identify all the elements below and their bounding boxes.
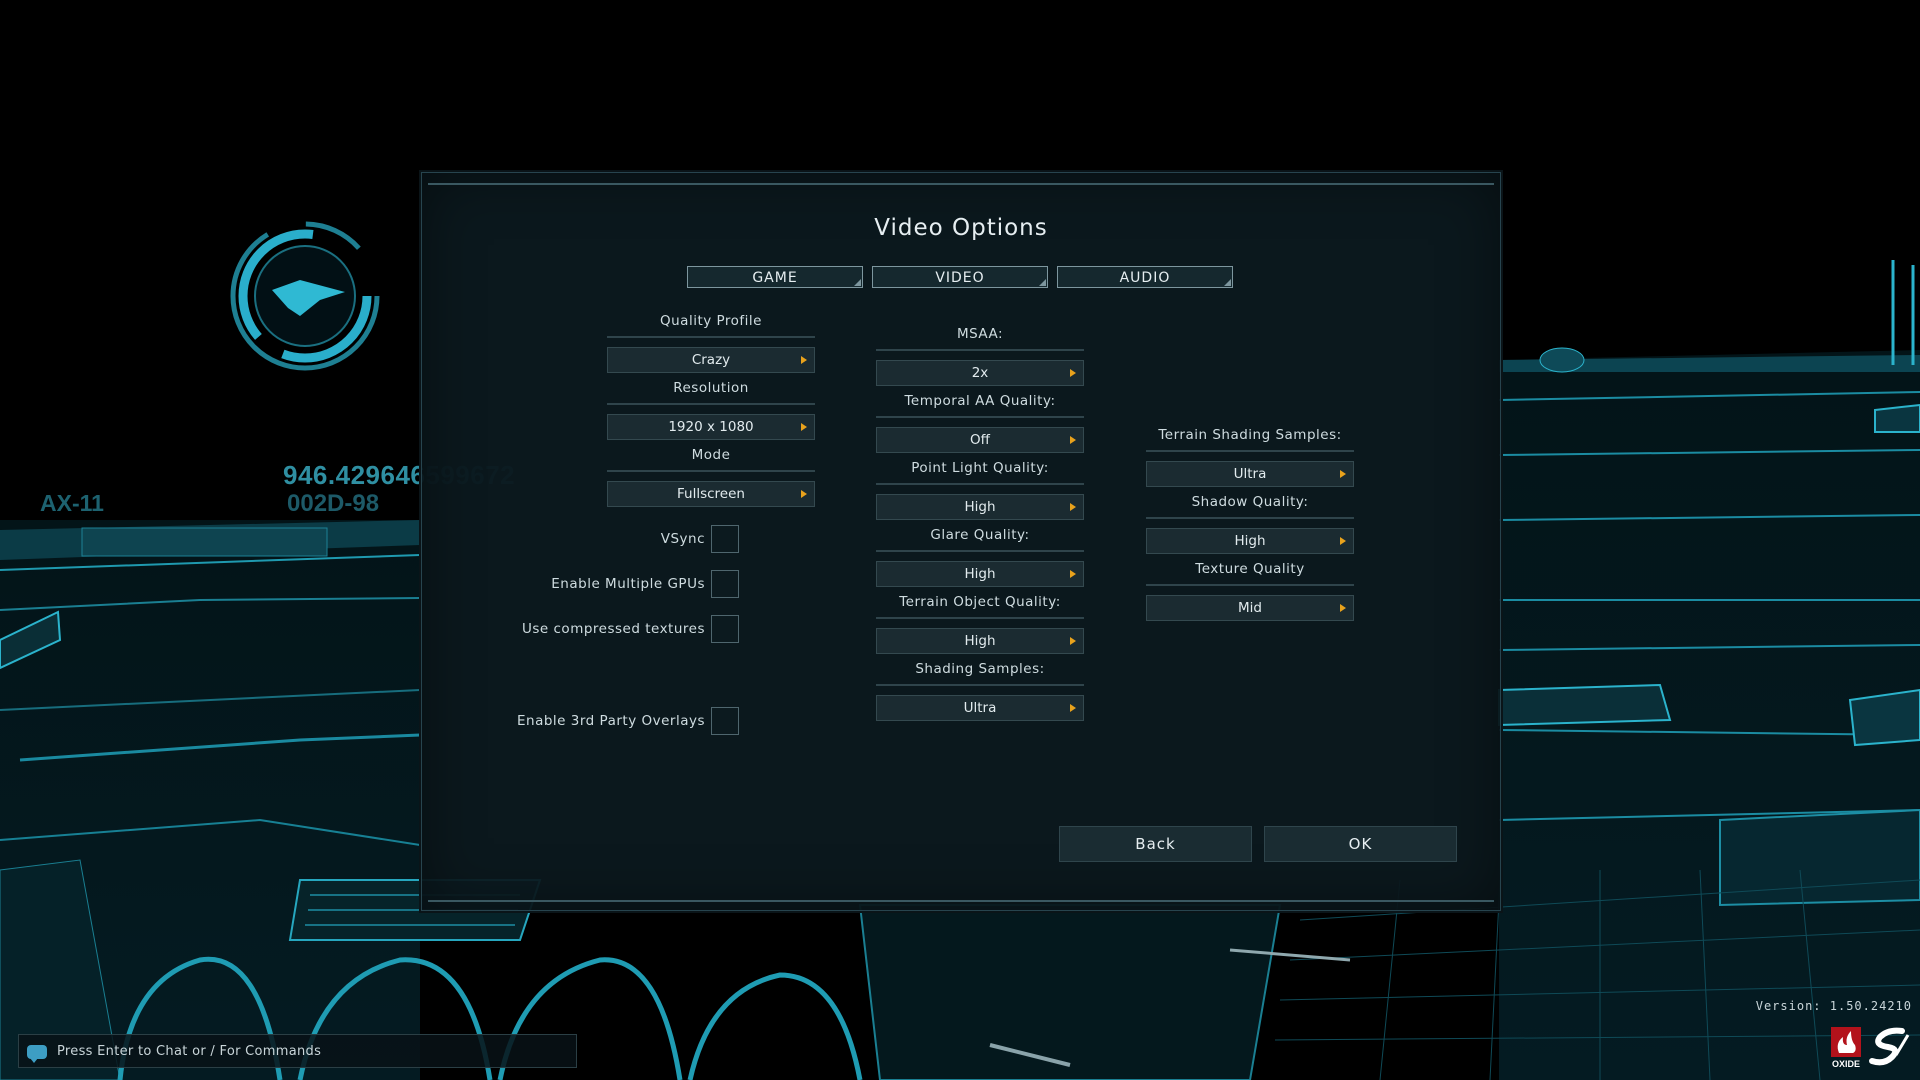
msaa-label: MSAA: — [876, 326, 1084, 351]
dialog-top-rule — [428, 183, 1494, 185]
shadow-quality-dropdown[interactable]: High — [1146, 528, 1354, 554]
third-party-overlays-label: Enable 3rd Party Overlays — [517, 713, 705, 729]
texture-quality-dropdown[interactable]: Mid — [1146, 595, 1354, 621]
mode-label: Mode — [607, 447, 815, 472]
terrain-shading-label: Terrain Shading Samples: — [1146, 427, 1354, 452]
terrain-object-value: High — [964, 633, 996, 649]
ship-emblem-icon — [230, 221, 380, 371]
point-light-dropdown[interactable]: High — [876, 494, 1084, 520]
hud-number: 946.429646 — [283, 460, 426, 490]
dropdown-arrow-icon — [1070, 637, 1076, 645]
mode-value: Fullscreen — [677, 486, 745, 502]
msaa-dropdown[interactable]: 2x — [876, 360, 1084, 386]
terrain-object-label: Terrain Object Quality: — [876, 594, 1084, 619]
chat-bubble-icon — [27, 1045, 47, 1063]
chat-input[interactable]: Press Enter to Chat or / For Commands — [18, 1034, 577, 1068]
glare-label: Glare Quality: — [876, 527, 1084, 552]
compressed-textures-label: Use compressed textures — [522, 621, 705, 637]
dropdown-arrow-icon — [801, 490, 807, 498]
video-options-dialog: Video Options GAME VIDEO AUDIO Quality P… — [421, 172, 1501, 911]
texture-quality-value: Mid — [1238, 600, 1262, 616]
msaa-value: 2x — [971, 365, 989, 381]
hud-code: 002D-98 — [287, 490, 380, 517]
temporal-aa-label: Temporal AA Quality: — [876, 393, 1084, 418]
compressed-textures-checkbox[interactable] — [711, 615, 739, 643]
third-party-overlays-option[interactable]: Enable 3rd Party Overlays — [517, 707, 739, 737]
hud-unit-label: AX-11 — [40, 490, 104, 516]
terrain-shading-value: Ultra — [1233, 466, 1267, 482]
dropdown-arrow-icon — [1340, 470, 1346, 478]
dropdown-arrow-icon — [1070, 704, 1076, 712]
oxide-logo-icon: OXIDE — [1831, 1027, 1861, 1069]
point-light-value: High — [964, 499, 996, 515]
temporal-aa-dropdown[interactable]: Off — [876, 427, 1084, 453]
terrain-shading-dropdown[interactable]: Ultra — [1146, 461, 1354, 487]
compressed-textures-option[interactable]: Use compressed textures — [517, 615, 739, 645]
dropdown-arrow-icon — [1070, 369, 1076, 377]
stardock-icon — [1869, 1027, 1910, 1066]
shadow-quality-label: Shadow Quality: — [1146, 494, 1354, 519]
tab-audio[interactable]: AUDIO — [1057, 266, 1233, 288]
glare-value: High — [964, 566, 996, 582]
vsync-checkbox[interactable] — [711, 525, 739, 553]
texture-quality-label: Texture Quality — [1146, 561, 1354, 586]
third-party-overlays-checkbox[interactable] — [711, 707, 739, 735]
mode-dropdown[interactable]: Fullscreen — [607, 481, 815, 507]
dropdown-arrow-icon — [801, 423, 807, 431]
dropdown-arrow-icon — [1070, 436, 1076, 444]
dropdown-arrow-icon — [801, 356, 807, 364]
multiple-gpus-label: Enable Multiple GPUs — [551, 576, 705, 592]
shadow-quality-value: High — [1234, 533, 1266, 549]
quality-profile-dropdown[interactable]: Crazy — [607, 347, 815, 373]
temporal-aa-value: Off — [970, 432, 990, 448]
dropdown-arrow-icon — [1340, 604, 1346, 612]
point-light-label: Point Light Quality: — [876, 460, 1084, 485]
shading-samples-dropdown[interactable]: Ultra — [876, 695, 1084, 721]
quality-profile-label: Quality Profile — [607, 313, 815, 338]
dialog-bottom-rule — [428, 900, 1494, 902]
oxide-logo-text: OXIDE — [1832, 1059, 1860, 1069]
dropdown-arrow-icon — [1070, 503, 1076, 511]
vsync-label: VSync — [660, 531, 705, 547]
dropdown-arrow-icon — [1070, 570, 1076, 578]
tab-video[interactable]: VIDEO — [872, 266, 1048, 288]
resolution-dropdown[interactable]: 1920 x 1080 — [607, 414, 815, 440]
vsync-option[interactable]: VSync — [517, 525, 739, 555]
dropdown-arrow-icon — [1340, 537, 1346, 545]
dialog-title: Video Options — [874, 215, 1048, 241]
resolution-label: Resolution — [607, 380, 815, 405]
tab-game[interactable]: GAME — [687, 266, 863, 288]
shading-samples-value: Ultra — [963, 700, 997, 716]
back-button[interactable]: Back — [1059, 826, 1252, 862]
quality-profile-value: Crazy — [691, 352, 731, 368]
multiple-gpus-option[interactable]: Enable Multiple GPUs — [517, 570, 739, 600]
ok-button[interactable]: OK — [1264, 826, 1457, 862]
multiple-gpus-checkbox[interactable] — [711, 570, 739, 598]
glare-dropdown[interactable]: High — [876, 561, 1084, 587]
terrain-object-dropdown[interactable]: High — [876, 628, 1084, 654]
version-label: Version: 1.50.24210 — [1755, 999, 1912, 1013]
shading-samples-label: Shading Samples: — [876, 661, 1084, 686]
resolution-value: 1920 x 1080 — [668, 419, 754, 435]
chat-placeholder: Press Enter to Chat or / For Commands — [57, 1044, 322, 1059]
